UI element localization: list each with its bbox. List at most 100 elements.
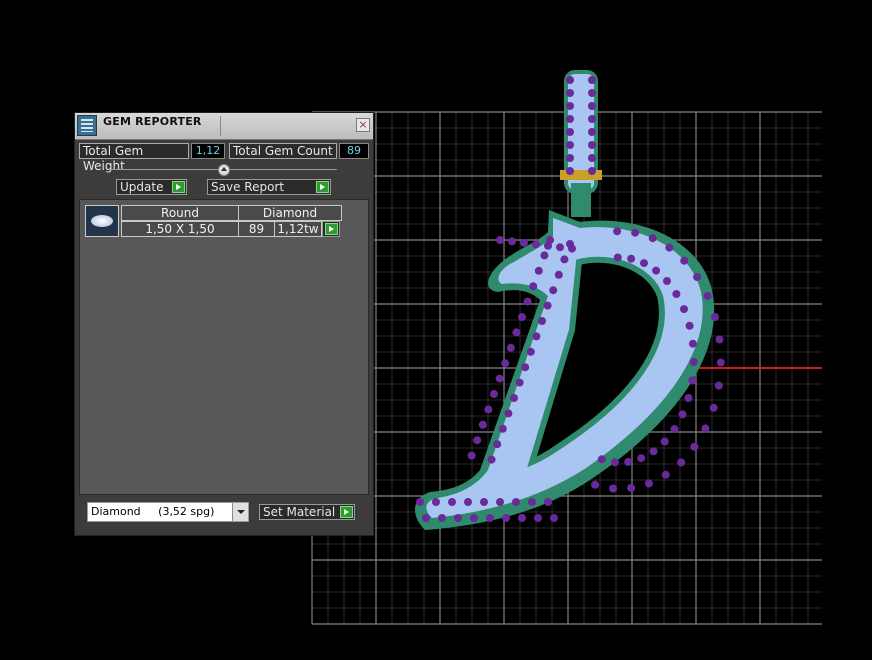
prong: [693, 273, 702, 281]
prong: [652, 266, 661, 275]
chevron-down-icon[interactable]: [232, 503, 248, 521]
material-select[interactable]: Diamond (3,52 spg): [87, 502, 249, 522]
prong: [588, 141, 596, 149]
total-gem-count-value: 89: [339, 143, 369, 159]
prong: [512, 328, 521, 337]
close-icon[interactable]: ×: [356, 118, 370, 132]
prong: [566, 167, 574, 175]
prong: [544, 241, 552, 250]
green-play-arrow-icon: [316, 181, 329, 193]
update-button[interactable]: Update: [116, 179, 187, 195]
prong: [510, 394, 518, 402]
prong: [448, 498, 456, 506]
save-report-button[interactable]: Save Report: [207, 179, 331, 195]
prong: [432, 498, 440, 506]
green-play-arrow-icon: [172, 181, 185, 193]
gem-reporter-panel: GEM REPORTER × Total Gem Weight 1,12 Tot…: [74, 112, 374, 536]
prong: [550, 514, 558, 522]
prong: [560, 255, 569, 264]
prong: [588, 102, 596, 110]
prong: [464, 498, 472, 506]
prong: [588, 115, 596, 123]
prong: [597, 455, 606, 464]
prong: [644, 479, 653, 488]
prong: [627, 484, 636, 492]
prong: [591, 480, 600, 489]
round-diamond-thumbnail-icon[interactable]: [85, 205, 119, 237]
prong: [508, 237, 516, 246]
prong: [523, 297, 532, 306]
gem-reporter-app-icon: [77, 115, 97, 136]
prong: [493, 440, 502, 449]
total-gem-weight-label: Total Gem Weight: [79, 143, 189, 173]
prong: [588, 128, 596, 136]
prong: [518, 313, 526, 321]
prong: [661, 470, 670, 479]
collapse-up-icon[interactable]: [218, 164, 230, 176]
prong: [556, 243, 564, 252]
prong: [648, 234, 657, 243]
window-title: GEM REPORTER: [103, 115, 202, 128]
prong: [566, 89, 574, 97]
gem-list[interactable]: Round Diamond 1,50 X 1,50 89 1,12tw: [79, 199, 369, 495]
total-gem-weight-value: 1,12: [191, 143, 225, 159]
prong: [504, 409, 513, 418]
prong: [502, 514, 510, 522]
green-play-arrow-icon: [325, 223, 338, 235]
update-button-label: Update: [120, 180, 164, 194]
prong: [588, 154, 596, 162]
prong: [566, 102, 574, 110]
prong: [521, 363, 530, 372]
title-bar[interactable]: GEM REPORTER ×: [75, 113, 373, 140]
prong: [534, 266, 543, 275]
prong: [566, 141, 574, 149]
gem-row-go-button[interactable]: [322, 221, 340, 237]
prong: [506, 343, 515, 352]
prong: [680, 256, 689, 265]
prong: [473, 436, 482, 445]
prong: [496, 498, 504, 506]
gem-material-header: Diamond: [238, 205, 342, 221]
prong: [512, 498, 520, 506]
prong: [588, 89, 596, 97]
save-report-button-label: Save Report: [211, 180, 285, 194]
prong: [640, 259, 648, 268]
prong: [495, 374, 504, 383]
prong: [534, 514, 542, 522]
prong: [526, 347, 535, 356]
prong: [670, 425, 679, 434]
gem-weight-cell: 1,12tw: [274, 221, 322, 237]
prong: [703, 292, 712, 300]
prong: [540, 251, 549, 260]
prong: [515, 378, 524, 387]
prong: [613, 227, 622, 236]
prong: [416, 498, 424, 506]
title-divider: [220, 116, 221, 136]
set-material-button[interactable]: Set Material: [259, 504, 355, 520]
prong: [566, 154, 574, 162]
prong: [672, 290, 681, 298]
set-material-button-label: Set Material: [263, 505, 336, 519]
prong: [566, 115, 574, 123]
prong: [660, 437, 669, 446]
material-select-value: Diamond (3,52 spg): [91, 505, 215, 518]
prong: [663, 277, 671, 285]
prong: [422, 514, 430, 522]
prong: [709, 403, 718, 412]
prong: [624, 457, 633, 466]
prong: [684, 394, 693, 402]
prong: [538, 317, 546, 325]
prong: [665, 243, 674, 252]
prong: [487, 455, 496, 464]
prong: [501, 359, 510, 368]
prong: [498, 424, 507, 433]
total-gem-count-label: Total Gem Count: [229, 143, 337, 159]
prong: [480, 498, 488, 506]
prong: [554, 270, 563, 279]
prong: [518, 514, 526, 522]
prong: [610, 458, 619, 467]
prong: [715, 335, 724, 344]
prong: [496, 236, 504, 244]
prong: [543, 301, 552, 310]
prong: [649, 447, 658, 456]
